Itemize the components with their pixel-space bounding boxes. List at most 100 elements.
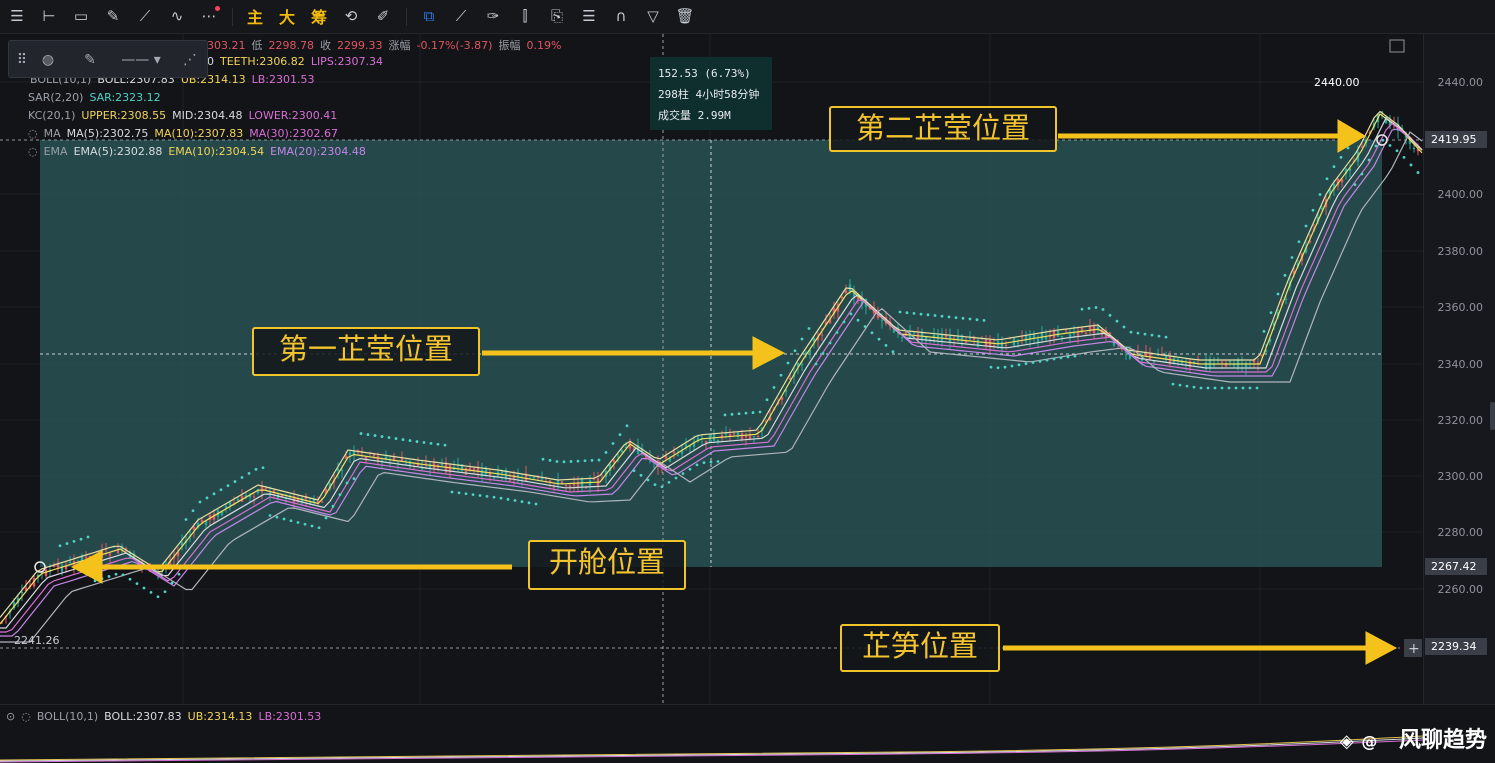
trend-line-icon[interactable]: ⟋ <box>134 5 156 27</box>
pen-off-icon[interactable]: ✐ <box>372 5 394 27</box>
sar-dot <box>429 441 433 445</box>
tick-2340: 2340.00 <box>1437 358 1484 371</box>
alligator-row: 20TEETH:2306.82LIPS:2307.34 <box>200 55 389 68</box>
sar-dot <box>373 434 377 437</box>
notification-dot <box>215 6 220 11</box>
sar-dot <box>415 440 419 443</box>
sar-dot <box>1325 177 1329 181</box>
sar-dot <box>380 435 384 438</box>
ruler-icon[interactable]: ⟋ <box>450 5 472 27</box>
sar-dot <box>1311 208 1315 212</box>
copy-icon[interactable]: ⧉ <box>418 5 440 27</box>
magnet-icon[interactable]: ∩ <box>610 5 632 27</box>
candle-body <box>568 485 572 488</box>
kc-row: KC(20,1) UPPER:2308.55 MID:2304.48 LOWER:23… <box>28 109 343 122</box>
sar-dot <box>856 318 860 322</box>
sar-dot <box>205 496 209 500</box>
trash-icon[interactable]: 🗑 <box>674 5 696 27</box>
collapse-icon[interactable]: ⊙ <box>6 710 15 723</box>
sar-dot <box>821 352 825 355</box>
bell-icon[interactable]: ◌ <box>28 127 38 140</box>
sar-dot <box>800 337 804 341</box>
sar-dot <box>254 467 258 471</box>
sar-dot <box>849 312 853 316</box>
sar-dot <box>1157 334 1161 338</box>
more-icon[interactable]: ⋯ <box>198 5 220 27</box>
candle-body <box>572 484 576 486</box>
ema-row: ◌ EMA EMA(5):2302.88 EMA(10):2304.54 EMA(20)… <box>28 145 372 158</box>
sar-dot <box>345 481 349 485</box>
sar-dot <box>65 542 69 545</box>
sar-dot <box>177 572 181 576</box>
sar-dot <box>1017 363 1021 367</box>
ema-name[interactable]: EMA <box>44 145 68 158</box>
main-indicator-button[interactable]: 主 <box>244 5 266 27</box>
sar-name[interactable]: SAR(2,20) <box>28 91 83 104</box>
sar-dot <box>737 412 741 416</box>
chart-settings-icon[interactable]: ⋰ <box>179 49 201 71</box>
sar-dot <box>128 577 132 581</box>
kc-name[interactable]: KC(20,1) <box>28 109 75 122</box>
sar-dot <box>1087 306 1091 310</box>
color-icon[interactable]: ◍ <box>37 49 59 71</box>
chip-button[interactable]: 筹 <box>308 5 330 27</box>
sar-dot <box>142 586 146 590</box>
sar-dot <box>275 515 279 519</box>
drag-handle-icon[interactable]: ⠿ <box>11 49 33 71</box>
sar-dot <box>730 412 734 416</box>
sar-dot <box>1213 386 1217 390</box>
candle-body <box>740 433 744 441</box>
sar-dot <box>695 463 699 467</box>
open-position-callout: 开舱位置 <box>528 540 686 590</box>
brush-icon[interactable]: ✎ <box>102 5 124 27</box>
candle-body <box>340 469 344 471</box>
candle-body <box>1060 336 1064 338</box>
sar-dot <box>1185 384 1189 388</box>
sar-dot <box>366 433 370 436</box>
menu-icon[interactable]: ☰ <box>6 5 28 27</box>
pen-color-icon[interactable]: ✎ <box>79 49 101 71</box>
candle-body <box>844 290 848 294</box>
sar-dot <box>1269 311 1273 315</box>
highlighter-icon[interactable]: ✑ <box>482 5 504 27</box>
sar-dot <box>912 312 916 315</box>
bottom-boll-name[interactable]: BOLL(10,1) <box>37 710 98 723</box>
sar-dot <box>954 316 958 319</box>
sar-dot <box>114 572 118 576</box>
bell-icon[interactable]: ◌ <box>21 710 31 723</box>
note-icon[interactable]: ☰ <box>578 5 600 27</box>
sar-dot <box>660 485 664 489</box>
sar-dot <box>1262 329 1266 333</box>
clipboard-icon[interactable]: ⎘ <box>546 5 568 27</box>
candle-body <box>752 436 756 438</box>
sar-dot <box>1024 362 1028 366</box>
ma10-value: MA(10):2307.83 <box>154 127 244 140</box>
horizontal-line-icon[interactable]: ⊢ <box>38 5 60 27</box>
sar-dot <box>779 373 783 377</box>
sar-dot <box>443 443 447 447</box>
axis-scroll-handle[interactable] <box>1490 402 1495 430</box>
sar-dot <box>240 476 244 479</box>
ma-name[interactable]: MA <box>44 127 61 140</box>
replay-icon[interactable]: ⟲ <box>340 5 362 27</box>
sar-dot <box>1164 335 1168 339</box>
ema5-value: EMA(5):2302.88 <box>73 145 163 158</box>
wave-icon[interactable]: ∿ <box>166 5 188 27</box>
line-style-select[interactable]: —— ▾ <box>113 49 169 71</box>
bottom-boll-value: BOLL:2307.83 <box>104 710 182 723</box>
big-button[interactable]: 大 <box>276 5 298 27</box>
toolbar-divider <box>406 8 407 26</box>
bell-icon[interactable]: ◌ <box>28 145 38 158</box>
candle-body <box>620 450 624 453</box>
candle-body <box>1044 336 1048 340</box>
sar-dot <box>1150 333 1154 337</box>
sar-dot <box>1255 386 1259 390</box>
sar-dot <box>408 439 412 442</box>
price-axis[interactable]: 2440.00 2400.00 2380.00 2360.00 2340.00 … <box>1423 34 1495 704</box>
sar-dot <box>464 492 468 496</box>
candles-icon[interactable]: ⫿ <box>514 5 536 27</box>
rectangle-icon[interactable]: ▭ <box>70 5 92 27</box>
sar-dot <box>702 461 706 465</box>
filter-icon[interactable]: ▽ <box>642 5 664 27</box>
sar-dot <box>1388 144 1392 147</box>
